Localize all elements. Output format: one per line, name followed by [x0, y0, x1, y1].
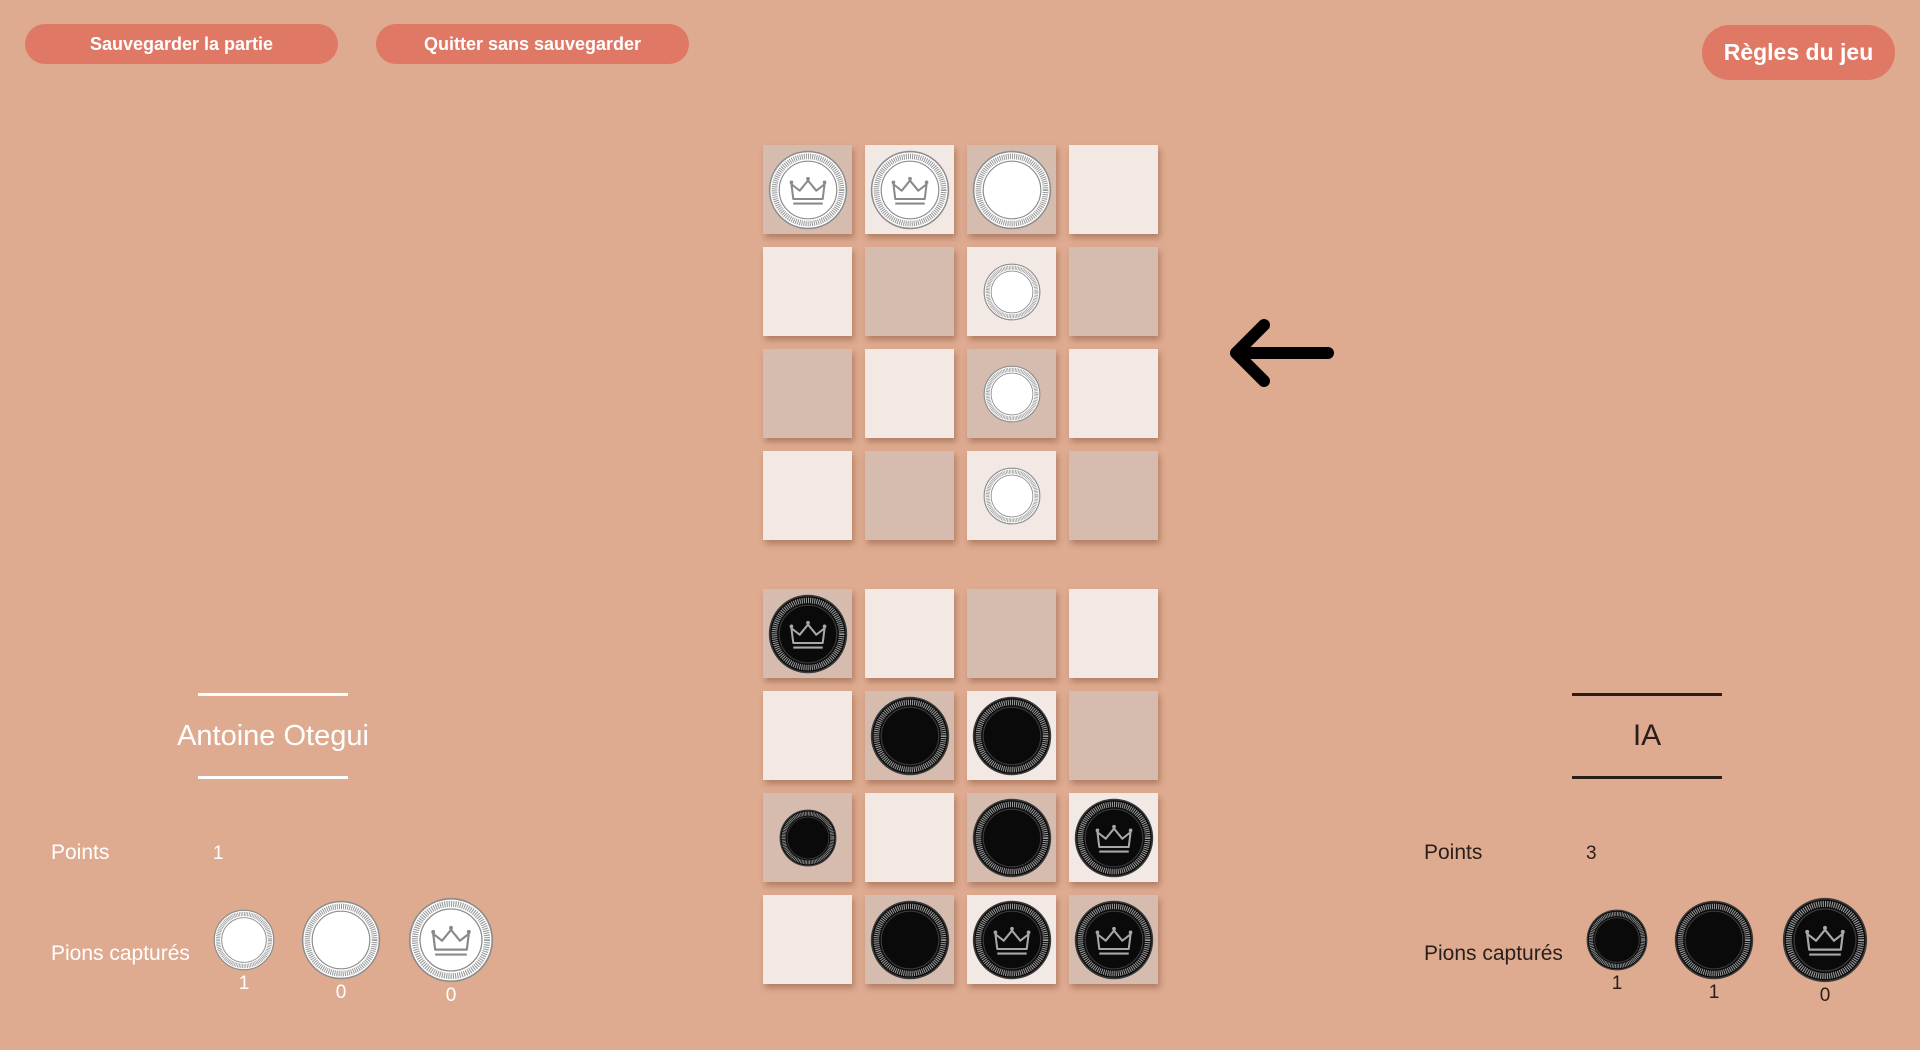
bottom-board-cell-r2c3[interactable] — [1069, 793, 1158, 882]
player1-captured-white-crown-large-icon — [408, 897, 494, 983]
top-board-cell-r3c0[interactable] — [763, 451, 852, 540]
black-crown-large-piece[interactable] — [972, 900, 1052, 980]
player1-captured-count: 1 — [238, 973, 250, 994]
top-board-cell-r2c3[interactable] — [1069, 349, 1158, 438]
black-plain-small-piece[interactable] — [779, 809, 837, 867]
white-plain-large-piece[interactable] — [972, 150, 1052, 230]
black-plain-large-piece[interactable] — [972, 798, 1052, 878]
save-game-button[interactable]: Sauvegarder la partie — [25, 24, 338, 64]
top-board-cell-r2c2[interactable] — [967, 349, 1056, 438]
player2-captured-count: 1 — [1611, 973, 1623, 994]
black-crown-large-piece[interactable] — [768, 594, 848, 674]
player1-points-label: Points — [51, 841, 110, 864]
white-crown-large-piece[interactable] — [870, 150, 950, 230]
bottom-board-cell-r0c3[interactable] — [1069, 589, 1158, 678]
player2-captured-count: 1 — [1708, 982, 1720, 1003]
bottom-board-cell-r2c1[interactable] — [865, 793, 954, 882]
player1-captured-white-plain-large-icon — [301, 900, 381, 980]
player1-captured-white-plain-small-icon — [213, 909, 275, 971]
top-board-cell-r1c1[interactable] — [865, 247, 954, 336]
player2-captured-black-plain-small-icon — [1586, 909, 1648, 971]
player2-name: IA — [1572, 693, 1722, 779]
white-plain-small-piece[interactable] — [983, 467, 1041, 525]
bottom-board-cell-r0c0[interactable] — [763, 589, 852, 678]
top-board-cell-r3c1[interactable] — [865, 451, 954, 540]
bottom-board-cell-r3c0[interactable] — [763, 895, 852, 984]
top-board-cell-r1c3[interactable] — [1069, 247, 1158, 336]
bottom-board-cell-r0c2[interactable] — [967, 589, 1056, 678]
white-plain-small-piece[interactable] — [983, 365, 1041, 423]
player2-captured-label: Pions capturés — [1424, 942, 1563, 965]
player2-points-label: Points — [1424, 841, 1483, 864]
top-board-cell-r1c2[interactable] — [967, 247, 1056, 336]
top-board-cell-r1c0[interactable] — [763, 247, 852, 336]
white-plain-small-piece[interactable] — [983, 263, 1041, 321]
top-board-cell-r0c1[interactable] — [865, 145, 954, 234]
black-crown-large-piece[interactable] — [1074, 900, 1154, 980]
player2-captured-black-crown-large-icon — [1782, 897, 1868, 983]
bottom-board-cell-r3c3[interactable] — [1069, 895, 1158, 984]
player1-points-value: 1 — [213, 843, 224, 864]
black-crown-large-piece[interactable] — [1074, 798, 1154, 878]
quit-without-saving-button[interactable]: Quitter sans sauvegarder — [376, 24, 689, 64]
bottom-board-cell-r3c1[interactable] — [865, 895, 954, 984]
top-board-cell-r2c1[interactable] — [865, 349, 954, 438]
top-board-cell-r3c3[interactable] — [1069, 451, 1158, 540]
bottom-board-cell-r1c3[interactable] — [1069, 691, 1158, 780]
white-crown-large-piece[interactable] — [768, 150, 848, 230]
black-plain-large-piece[interactable] — [870, 900, 950, 980]
player2-captured-black-plain-large-icon — [1674, 900, 1754, 980]
bottom-board-cell-r1c2[interactable] — [967, 691, 1056, 780]
top-board-cell-r0c2[interactable] — [967, 145, 1056, 234]
top-board-cell-r0c0[interactable] — [763, 145, 852, 234]
black-plain-large-piece[interactable] — [870, 696, 950, 776]
bottom-board-cell-r2c0[interactable] — [763, 793, 852, 882]
top-board-cell-r2c0[interactable] — [763, 349, 852, 438]
bottom-board-cell-r0c1[interactable] — [865, 589, 954, 678]
player1-captured-count: 0 — [335, 982, 347, 1003]
top-board-cell-r0c3[interactable] — [1069, 145, 1158, 234]
top-board-cell-r3c2[interactable] — [967, 451, 1056, 540]
bottom-board-cell-r2c2[interactable] — [967, 793, 1056, 882]
black-plain-large-piece[interactable] — [972, 696, 1052, 776]
arrow-left-icon — [1230, 319, 1334, 387]
player1-name: Antoine Otegui — [177, 693, 369, 779]
bottom-board-cell-r1c0[interactable] — [763, 691, 852, 780]
player2-captured-count: 0 — [1819, 985, 1831, 1006]
bottom-board-cell-r1c1[interactable] — [865, 691, 954, 780]
player2-points-value: 3 — [1586, 843, 1597, 864]
player1-captured-count: 0 — [445, 985, 457, 1006]
bottom-board-cell-r3c2[interactable] — [967, 895, 1056, 984]
player1-captured-label: Pions capturés — [51, 942, 190, 965]
game-rules-button[interactable]: Règles du jeu — [1702, 25, 1895, 80]
